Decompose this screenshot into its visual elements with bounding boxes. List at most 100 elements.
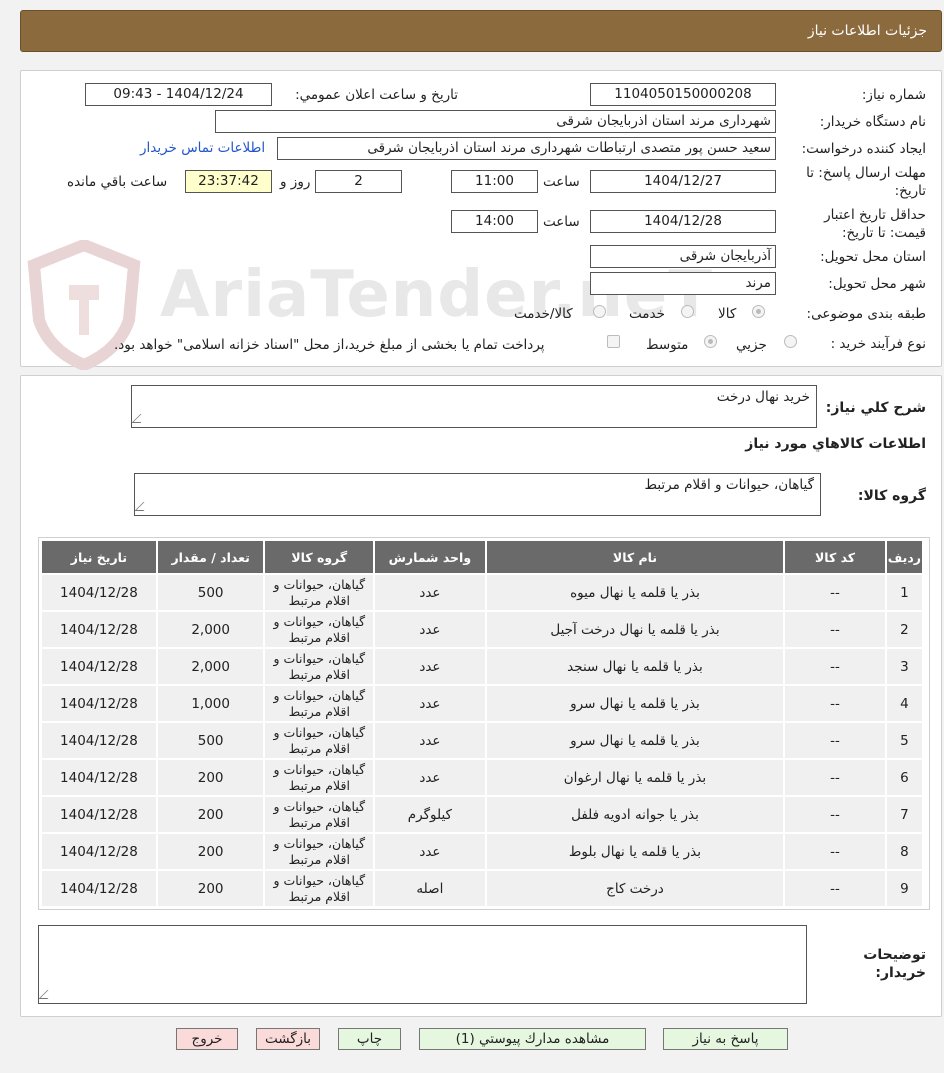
countdown-field: 23:37:42 (185, 170, 272, 193)
cell-code: -- (783, 721, 887, 760)
purchase-radio-medium[interactable] (704, 335, 717, 348)
col-header-quantity: تعداد / مقدار (155, 539, 266, 575)
province-label: استان محل تحويل: (820, 249, 926, 265)
col-header-code: کد کالا (783, 539, 887, 575)
cell-group: گیاهان، حیوانات و اقلام مرتبط (263, 832, 376, 871)
cell-row-number: 2 (884, 610, 925, 649)
cell-quantity: 200 (155, 795, 266, 834)
category-radio-service[interactable] (681, 305, 694, 318)
cell-code: -- (783, 832, 887, 871)
validity-date-field: 1404/12/28 (590, 210, 776, 233)
category-option-goods: کالا (718, 306, 737, 322)
requester-field: سعید حسن پور متصدی ارتباطات شهرداری مرند… (277, 137, 776, 160)
cell-row-number: 1 (884, 573, 925, 612)
resize-handle-icon[interactable] (134, 502, 153, 511)
cell-group: گیاهان، حیوانات و اقلام مرتبط (263, 795, 376, 834)
category-option-service: خدمت (629, 306, 665, 322)
cell-row-number: 3 (884, 647, 925, 686)
cell-code: -- (783, 684, 887, 723)
category-option-goods-service: کالا/خدمت (514, 306, 573, 322)
resize-handle-icon[interactable] (131, 414, 150, 423)
resize-handle-icon[interactable] (38, 990, 57, 999)
cell-quantity: 500 (155, 573, 266, 612)
exit-button[interactable]: خروج (176, 1028, 238, 1050)
announce-datetime-field: 1404/12/24 - 09:43 (85, 83, 272, 106)
cell-unit: عدد (373, 573, 487, 612)
cell-group: گیاهان، حیوانات و اقلام مرتبط (263, 573, 376, 612)
cell-date: 1404/12/28 (40, 832, 158, 871)
page-header: جزئیات اطلاعات نیاز (20, 10, 942, 52)
cell-code: -- (783, 758, 887, 797)
description-value: خرید نهال درخت (716, 389, 810, 405)
category-radio-goods-service[interactable] (593, 305, 606, 318)
cell-name: بذر یا قلمه یا نهال درخت آجیل (484, 610, 786, 649)
print-button[interactable]: چاپ (338, 1028, 401, 1050)
page-title: جزئیات اطلاعات نیاز (807, 23, 927, 39)
back-button[interactable]: بازگشت (256, 1028, 320, 1050)
goods-group-value: گیاهان، حیوانات و اقلام مرتبط (644, 477, 814, 493)
cell-code: -- (783, 795, 887, 834)
cell-name: درخت کاج (484, 869, 786, 908)
buyer-org-field: شهرداری مرند استان اذربایجان شرقی (215, 110, 776, 133)
buyer-contact-link[interactable]: اطلاعات تماس خريدار (140, 140, 265, 156)
validity-label: حداقل تاريخ اعتبار قيمت: تا تاريخ: (824, 207, 926, 241)
goods-table: رديف کد کالا نام کالا واحد شمارش گروه کا… (40, 539, 925, 908)
purchase-radio-minor[interactable] (784, 335, 797, 348)
cell-date: 1404/12/28 (40, 869, 158, 908)
cell-code: -- (783, 573, 887, 612)
category-radio-goods[interactable] (752, 305, 765, 318)
description-textarea[interactable]: خرید نهال درخت (131, 385, 817, 428)
col-header-date: تاريخ نياز (40, 539, 158, 575)
need-number-label: شماره نیاز: (861, 87, 926, 103)
buyer-notes-textarea[interactable] (38, 925, 807, 1004)
cell-unit: عدد (373, 758, 487, 797)
cell-unit: عدد (373, 610, 487, 649)
cell-group: گیاهان، حیوانات و اقلام مرتبط (263, 869, 376, 908)
reply-button[interactable]: پاسخ به نياز (663, 1028, 788, 1050)
goods-section-title: اطلاعات کالاهاي مورد نياز (745, 436, 926, 452)
deadline-label: مهلت ارسال پاسخ: تا تاریخ: (806, 165, 926, 199)
validity-time-label: ساعت (543, 214, 580, 230)
buyer-notes-label: توضيحات خريدار: (863, 947, 926, 981)
col-header-group: گروه کالا (263, 539, 376, 575)
province-field: آذربایجان شرقی (590, 245, 776, 268)
cell-name: بذر یا قلمه یا نهال میوه (484, 573, 786, 612)
validity-time-field: 14:00 (451, 210, 538, 233)
cell-code: -- (783, 610, 887, 649)
cell-quantity: 200 (155, 832, 266, 871)
cell-quantity: 1,000 (155, 684, 266, 723)
cell-quantity: 200 (155, 758, 266, 797)
view-attachments-button[interactable]: مشاهده مدارك پيوستي (1) (419, 1028, 646, 1050)
cell-name: بذر یا قلمه یا نهال سنجد (484, 647, 786, 686)
cell-code: -- (783, 869, 887, 908)
requester-label: ايجاد کننده درخواست: (801, 141, 926, 157)
table-row: 5 -- بذر یا قلمه یا نهال سرو عدد گیاهان، حیو… (40, 721, 925, 760)
cell-quantity: 2,000 (155, 647, 266, 686)
cell-name: بذر یا قلمه یا نهال ارغوان (484, 758, 786, 797)
buyer-org-label: نام دستگاه خريدار: (819, 114, 926, 130)
table-header-row: رديف کد کالا نام کالا واحد شمارش گروه کا… (40, 539, 925, 575)
cell-quantity: 500 (155, 721, 266, 760)
col-header-name: نام کالا (484, 539, 786, 575)
cell-unit: عدد (373, 832, 487, 871)
cell-name: بذر یا قلمه یا نهال سرو (484, 684, 786, 723)
cell-unit: اصله (373, 869, 487, 908)
table-row: 2 -- بذر یا قلمه یا نهال درخت آجیل عدد گیاها… (40, 610, 925, 649)
cell-date: 1404/12/28 (40, 573, 158, 612)
table-row: 9 -- درخت کاج اصله گیاهان، حیوانات و اقلام م… (40, 869, 925, 908)
cell-unit: کیلوگرم (373, 795, 487, 834)
cell-quantity: 200 (155, 869, 266, 908)
city-label: شهر محل تحويل: (828, 276, 926, 292)
cell-group: گیاهان، حیوانات و اقلام مرتبط (263, 721, 376, 760)
cell-row-number: 6 (884, 758, 925, 797)
treasury-payment-checkbox[interactable] (607, 335, 620, 348)
purchase-type-label: نوع فرآیند خرید : (830, 336, 926, 352)
cell-row-number: 9 (884, 869, 925, 908)
col-header-row-number: رديف (884, 539, 925, 575)
announce-datetime-label: تاریخ و ساعت اعلان عمومي: (295, 87, 458, 103)
description-label: شرح کلي نياز: (825, 400, 926, 416)
goods-group-textarea[interactable]: گیاهان، حیوانات و اقلام مرتبط (134, 473, 821, 516)
purchase-option-minor: جزيي (736, 337, 767, 353)
cell-date: 1404/12/28 (40, 610, 158, 649)
cell-unit: عدد (373, 684, 487, 723)
